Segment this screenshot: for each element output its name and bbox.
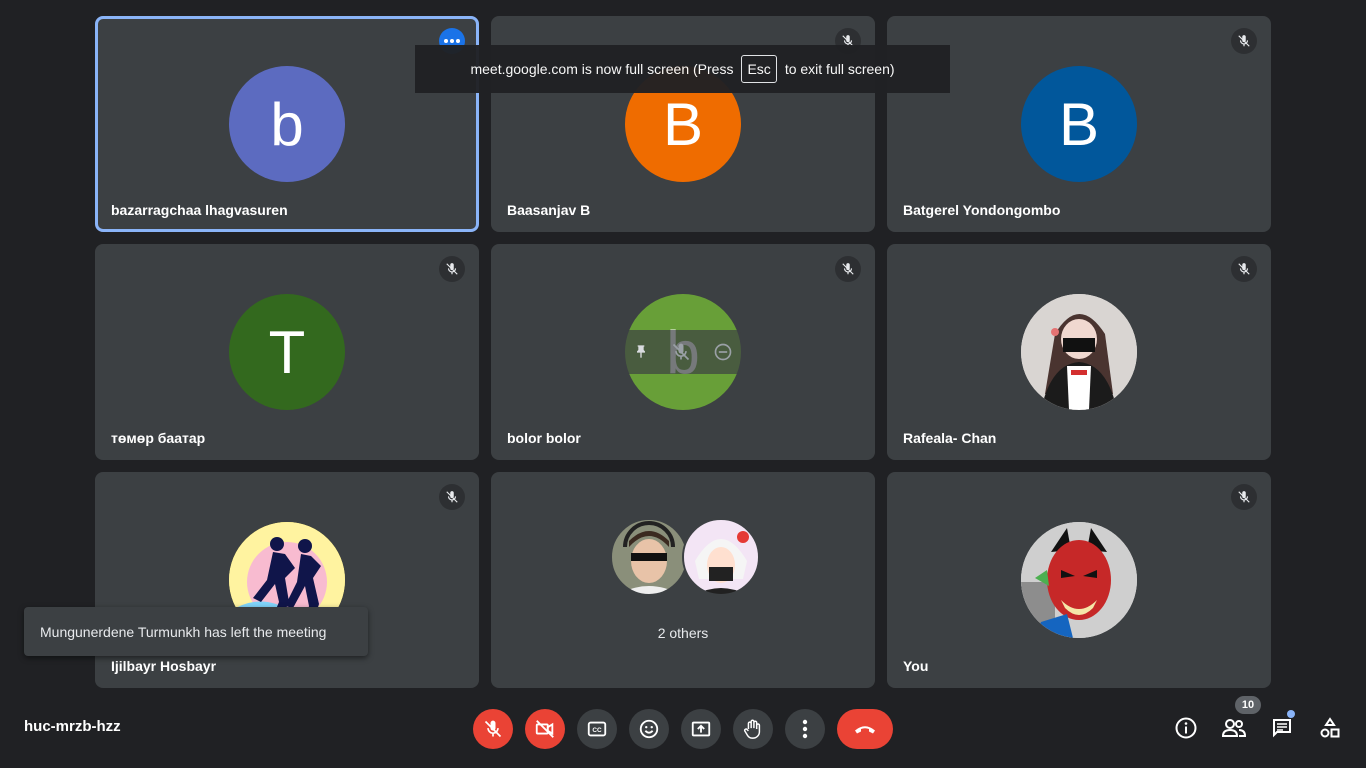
end-call-icon: [855, 726, 875, 734]
remove-icon[interactable]: [713, 342, 733, 362]
avatar: b: [229, 66, 345, 182]
show-everyone-button[interactable]: [1218, 712, 1250, 744]
reactions-button[interactable]: [629, 709, 669, 749]
participant-grid: b bazarragchaa lhagvasuren B Baasanjav B…: [95, 16, 1271, 688]
avatar-initial: T: [268, 318, 306, 386]
mic-off-icon: [842, 263, 854, 275]
svg-text:CC: CC: [592, 727, 602, 734]
participant-tile[interactable]: T төмөр баатар: [95, 244, 479, 460]
pin-icon[interactable]: [633, 342, 649, 362]
avatar: B: [1021, 66, 1137, 182]
others-count-label: 2 others: [657, 625, 709, 641]
mic-off-icon: [1238, 263, 1250, 275]
chat-icon: [1273, 719, 1291, 738]
participant-name: төмөр баатар: [111, 430, 206, 446]
more-options-icon: [802, 719, 808, 739]
participant-name: Ijilbayr Hosbayr: [111, 658, 217, 674]
mic-off-icon: [1238, 491, 1250, 503]
activities-button[interactable]: [1314, 712, 1346, 744]
profile-photo: [1021, 294, 1137, 410]
participant-tile[interactable]: Rafeala- Chan: [887, 244, 1271, 460]
fullscreen-notice: meet.google.com is now full screen (Pres…: [415, 45, 950, 93]
participant-name: bazarragchaa lhagvasuren: [111, 202, 288, 218]
mic-off-icon[interactable]: [671, 342, 691, 362]
participant-left-toast: Mungunerdene Turmunkh has left the meeti…: [24, 607, 368, 656]
avatar-initial: b: [270, 90, 304, 158]
others-tile[interactable]: 2 others: [491, 472, 875, 688]
mic-off-icon: [446, 491, 458, 503]
mic-off-indicator: [1231, 28, 1257, 54]
tile-hover-controls: [625, 330, 741, 374]
meeting-code: huc-mrzb-hzz: [24, 718, 121, 735]
info-icon: [1175, 717, 1197, 739]
participant-name: You: [903, 658, 929, 674]
toast-text: Mungunerdene Turmunkh has left the meeti…: [40, 623, 327, 640]
participant-name: Rafeala- Chan: [903, 430, 997, 446]
avatar-initial: B: [662, 90, 704, 158]
camera-toggle-button[interactable]: [525, 709, 565, 749]
microphone-toggle-button[interactable]: [473, 709, 513, 749]
avatar: T: [229, 294, 345, 410]
mic-off-indicator: [1231, 484, 1257, 510]
self-tile[interactable]: You: [887, 472, 1271, 688]
present-screen-icon: [691, 721, 711, 737]
fullscreen-notice-text: meet.google.com is now full screen (Pres…: [470, 61, 734, 77]
camera-off-icon: [535, 720, 554, 738]
captions-icon: CC: [587, 721, 607, 737]
emoji-icon: [639, 719, 659, 739]
participant-name: Batgerel Yondongombo: [903, 202, 1061, 218]
participant-name: bolor bolor: [507, 430, 581, 446]
present-screen-button[interactable]: [681, 709, 721, 749]
more-options-button[interactable]: [785, 709, 825, 749]
raise-hand-button[interactable]: [733, 709, 773, 749]
mic-off-icon: [484, 720, 502, 738]
participant-tile[interactable]: b bolor bolor: [491, 244, 875, 460]
captions-button[interactable]: CC: [577, 709, 617, 749]
profile-photo: [1021, 522, 1137, 638]
activities-icon: [1320, 717, 1340, 738]
avatar-photo: [1021, 522, 1137, 638]
people-icon: [1221, 719, 1247, 737]
others-avatars: [610, 517, 760, 597]
others-photos: [610, 518, 760, 596]
mic-off-indicator: [835, 256, 861, 282]
mic-off-indicator: [439, 484, 465, 510]
mic-off-indicator: [1231, 256, 1257, 282]
esc-key: Esc: [741, 55, 777, 83]
chat-unread-dot: [1287, 710, 1295, 718]
raise-hand-icon: [744, 719, 761, 739]
avatar-initial: B: [1058, 90, 1100, 158]
mic-off-indicator: [439, 256, 465, 282]
fullscreen-notice-text-end: to exit full screen): [784, 61, 895, 77]
mic-off-icon: [1238, 35, 1250, 47]
leave-call-button[interactable]: [837, 709, 893, 749]
meeting-details-button[interactable]: [1170, 712, 1202, 744]
avatar-photo: [1021, 294, 1137, 410]
participant-name: Baasanjav B: [507, 202, 591, 218]
mic-off-icon: [446, 263, 458, 275]
more-horiz-icon: [444, 39, 460, 43]
